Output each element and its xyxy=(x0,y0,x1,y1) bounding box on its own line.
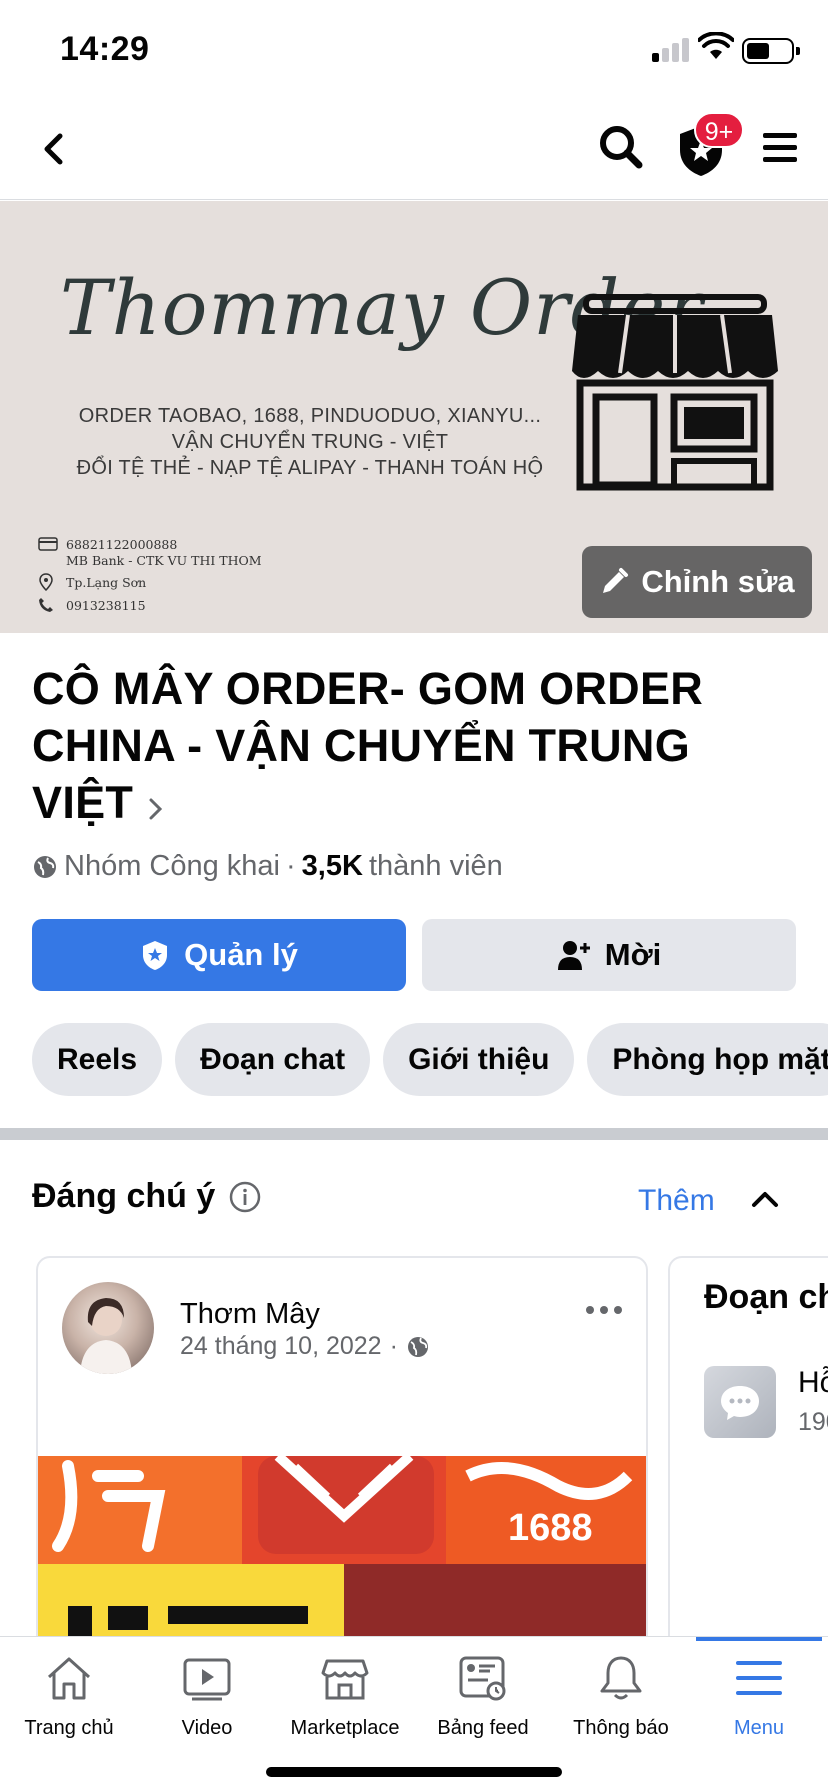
tab-rooms[interactable]: Phòng họp mặt xyxy=(587,1023,828,1096)
featured-more-link[interactable]: Thêm xyxy=(638,1184,715,1218)
tab-menu[interactable]: Menu xyxy=(690,1637,828,1757)
avatar[interactable] xyxy=(62,1282,154,1374)
group-name[interactable]: CÔ MÂY ORDER- GOM ORDER CHINA - VẬN CHUY… xyxy=(32,660,772,835)
shield-star-icon xyxy=(143,941,168,970)
battery-icon xyxy=(742,38,800,64)
phone-text: 0913238115 xyxy=(66,598,146,613)
meta-separator: · xyxy=(286,850,296,882)
location-pin-icon xyxy=(38,573,58,594)
manage-button[interactable]: Quản lý xyxy=(32,919,406,991)
storefront-icon xyxy=(572,294,778,491)
invite-label: Mời xyxy=(604,937,662,972)
member-count: 3,5K xyxy=(301,850,363,882)
edit-cover-button[interactable]: Chỉnh sửa xyxy=(582,546,812,618)
tab-video-label: Video xyxy=(181,1717,233,1739)
tab-home[interactable]: Trang chủ xyxy=(0,1637,138,1757)
tab-feeds[interactable]: Bảng feed xyxy=(414,1637,552,1757)
featured-header: Đáng chú ý xyxy=(32,1177,261,1216)
group-name-text: CÔ MÂY ORDER- GOM ORDER CHINA - VẬN CHUY… xyxy=(32,663,704,828)
back-icon[interactable] xyxy=(30,124,80,174)
hamburger-menu-icon[interactable] xyxy=(760,128,800,168)
tab-about[interactable]: Giới thiệu xyxy=(383,1023,575,1096)
tab-marketplace-label: Marketplace xyxy=(290,1717,400,1739)
tab-marketplace[interactable]: Marketplace xyxy=(276,1637,414,1757)
chevron-up-icon[interactable] xyxy=(748,1185,782,1213)
globe-icon xyxy=(34,855,56,878)
tab-reels[interactable]: Reels xyxy=(32,1023,163,1096)
featured-post-card[interactable]: Thơm Mây 24 tháng 10, 2022 · 1688 xyxy=(36,1256,648,1656)
feed-icon xyxy=(459,1656,506,1701)
chat-item-sub: 190 xyxy=(798,1408,828,1436)
manage-label: Quản lý xyxy=(184,937,298,972)
status-time: 14:29 xyxy=(60,30,150,68)
card-icon xyxy=(38,537,58,554)
post-meta: 24 tháng 10, 2022 · xyxy=(180,1332,430,1361)
section-divider xyxy=(0,1128,828,1140)
cover-account: 68821122000888 xyxy=(38,537,177,554)
post-date: 24 tháng 10, 2022 xyxy=(180,1332,382,1360)
chat-bubble-icon xyxy=(704,1366,776,1438)
status-bar: 14:29 xyxy=(0,0,828,100)
notification-badge: 9+ xyxy=(694,112,744,148)
location-text: Tp.Lạng Sơn xyxy=(66,575,147,590)
tab-menu-label: Menu xyxy=(733,1717,785,1739)
cover-location: Tp.Lạng Sơn xyxy=(38,573,146,594)
chat-item-name: Hỗ xyxy=(798,1366,828,1399)
tab-notifications-label: Thông báo xyxy=(573,1717,669,1739)
member-label: thành viên xyxy=(368,850,503,882)
tab-chats[interactable]: Đoạn chat xyxy=(175,1023,371,1096)
home-icon xyxy=(47,1657,91,1700)
search-icon[interactable] xyxy=(596,122,646,172)
nav-bar: 9+ xyxy=(0,100,828,200)
edit-cover-label: Chỉnh sửa xyxy=(641,564,795,599)
phone-icon xyxy=(38,597,58,616)
menu-icon xyxy=(736,1661,782,1695)
tab-feeds-label: Bảng feed xyxy=(437,1717,529,1739)
pencil-icon xyxy=(603,568,629,593)
globe-icon xyxy=(407,1336,428,1357)
group-meta: Nhóm Công khai · 3,5K thành viên xyxy=(32,850,503,883)
tab-home-label: Trang chủ xyxy=(24,1717,114,1739)
post-author[interactable]: Thơm Mây xyxy=(180,1298,320,1331)
post-image-text: 1688 xyxy=(508,1507,593,1549)
account-number: 68821122000888 xyxy=(66,537,178,552)
info-icon[interactable] xyxy=(229,1181,261,1213)
chat-card-title: Đoạn ch xyxy=(704,1278,828,1316)
post-meta-separator: · xyxy=(389,1332,398,1360)
cover-line: ĐỔI TỆ THẺ - NẠP TỆ ALIPAY - THANH TOÁN … xyxy=(76,457,544,479)
group-tabs: Reels Đoạn chat Giới thiệu Phòng họp mặt xyxy=(32,1023,828,1096)
privacy-label: Nhóm Công khai xyxy=(64,850,280,882)
home-indicator xyxy=(266,1767,562,1777)
video-icon xyxy=(183,1658,231,1701)
add-person-icon xyxy=(557,941,590,970)
bell-icon xyxy=(600,1656,642,1700)
cover-bank: MB Bank - CTK VU THI THOM xyxy=(66,553,262,568)
cover-line: ORDER TAOBAO, 1688, PINDUODUO, XIANYU... xyxy=(78,405,542,427)
post-image[interactable]: 1688 xyxy=(38,1456,648,1656)
cellular-signal-icon xyxy=(652,38,692,62)
tab-video[interactable]: Video xyxy=(138,1637,276,1757)
marketplace-icon xyxy=(321,1659,369,1700)
more-options-icon[interactable] xyxy=(584,1300,624,1320)
chat-preview-card[interactable]: Đoạn ch Hỗ 190 xyxy=(668,1256,828,1656)
wifi-icon xyxy=(698,32,734,59)
cover-photo[interactable]: Thommay Order ORDER TAOBAO, 1688, PINDUO… xyxy=(0,201,828,633)
featured-title: Đáng chú ý xyxy=(32,1177,216,1215)
chevron-right-icon xyxy=(147,778,165,835)
cover-line: VẬN CHUYỂN TRUNG - VIỆT xyxy=(171,431,449,453)
invite-button[interactable]: Mời xyxy=(422,919,796,991)
tab-notifications[interactable]: Thông báo xyxy=(552,1637,690,1757)
cover-phone: 0913238115 xyxy=(38,597,146,616)
